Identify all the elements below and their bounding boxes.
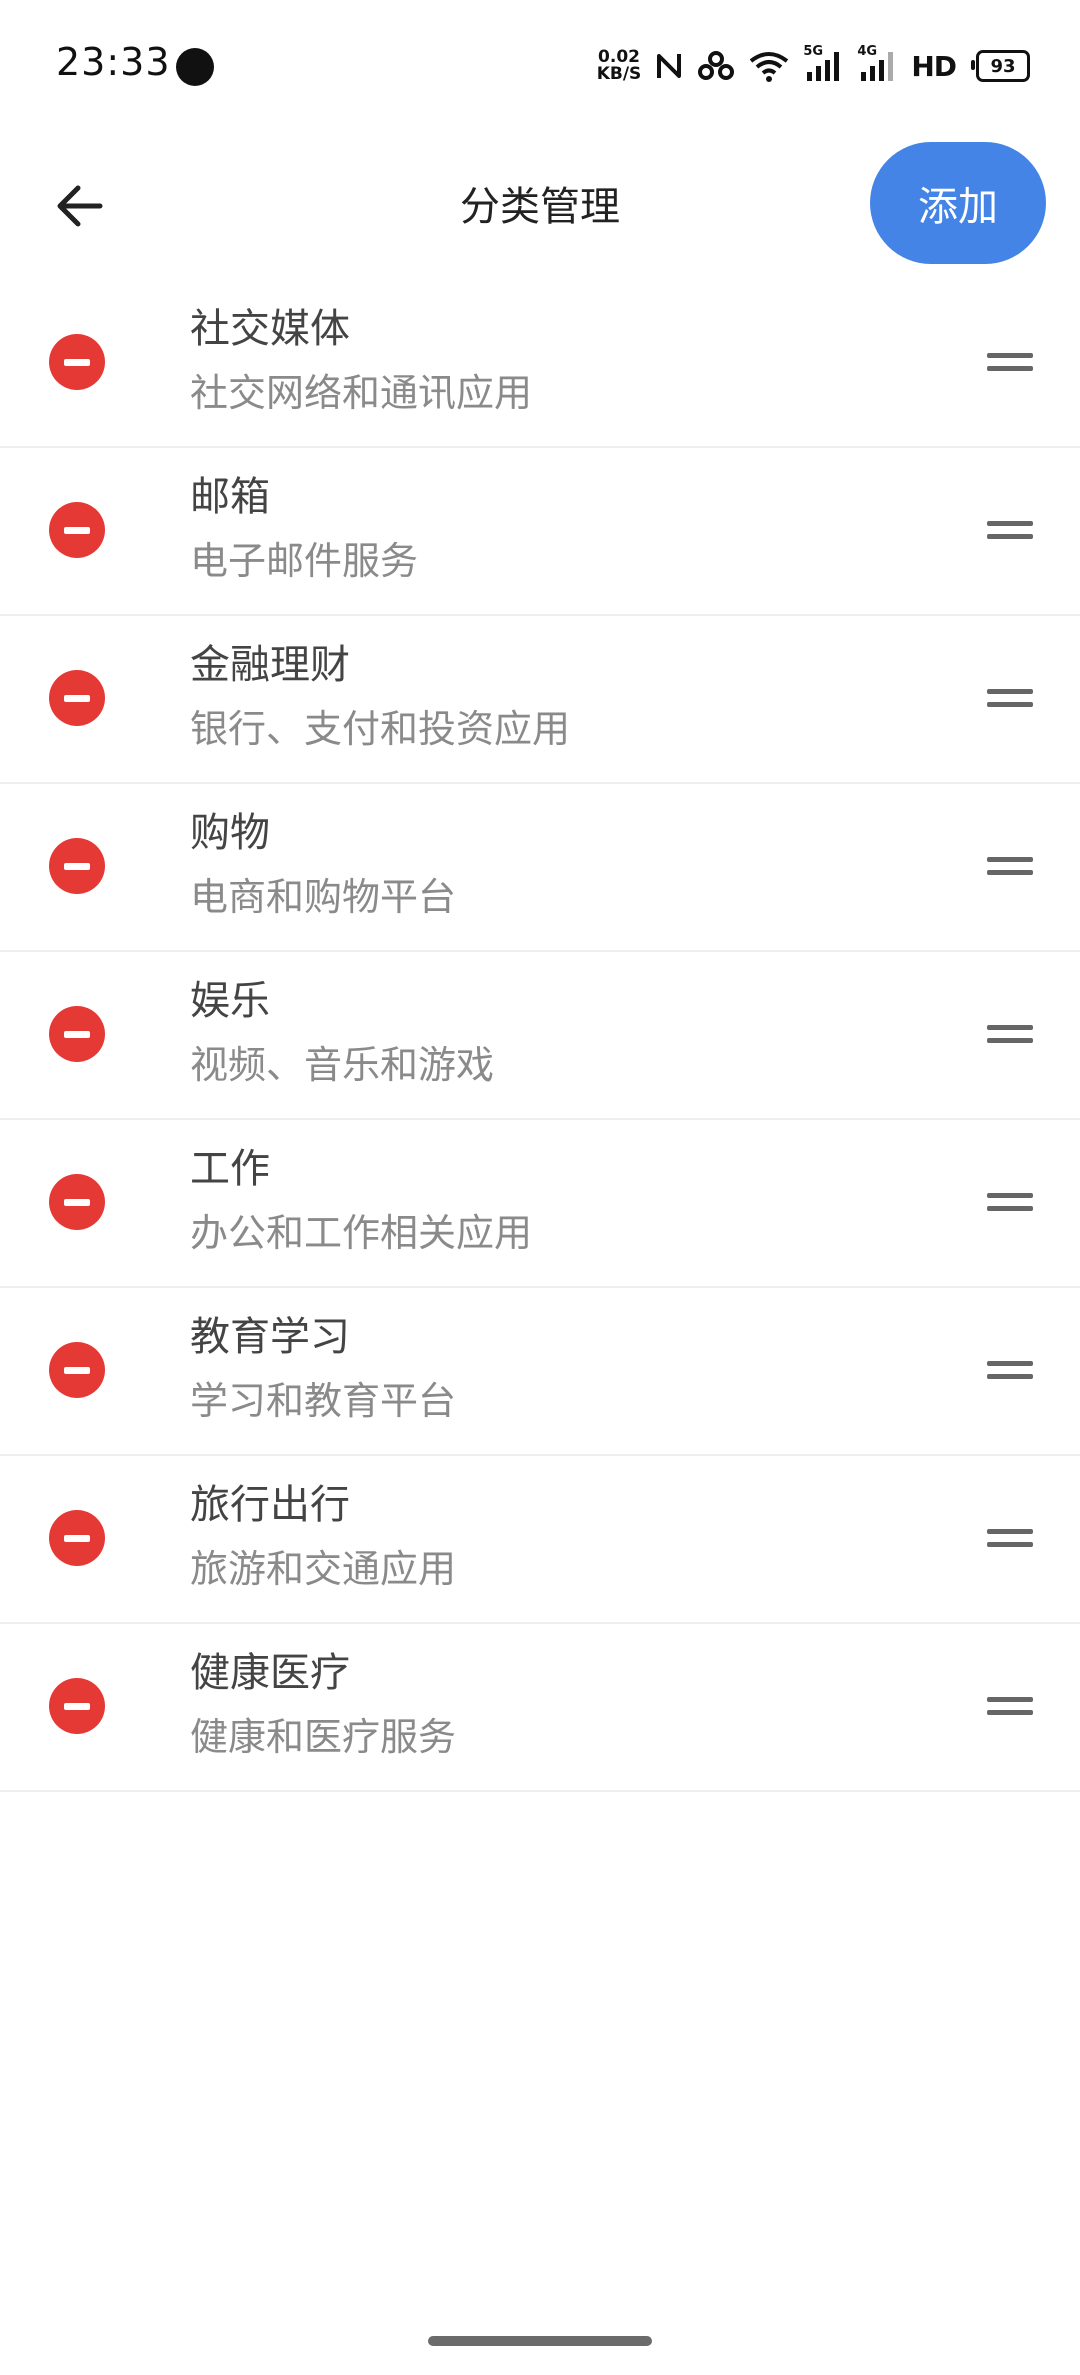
category-item[interactable]: 教育学习学习和教育平台 — [0, 1288, 1080, 1456]
drag-handle-icon[interactable] — [980, 1004, 1040, 1064]
category-description: 电商和购物平台 — [190, 875, 457, 919]
category-description: 电子邮件服务 — [190, 539, 419, 583]
category-name: 工作 — [190, 1146, 270, 1192]
drag-handle-icon[interactable] — [980, 668, 1040, 728]
category-item[interactable]: 健康医疗健康和医疗服务 — [0, 1624, 1080, 1792]
category-name: 健康医疗 — [190, 1650, 350, 1696]
minus-icon — [64, 862, 90, 870]
category-description: 办公和工作相关应用 — [190, 1211, 533, 1255]
minus-icon — [64, 1534, 90, 1542]
category-item[interactable]: 工作办公和工作相关应用 — [0, 1120, 1080, 1288]
drag-handle-icon[interactable] — [980, 500, 1040, 560]
drag-handle-icon[interactable] — [980, 836, 1040, 896]
category-list: 社交媒体社交网络和通讯应用 邮箱电子邮件服务 金融理财银行、支付和投资应用 购物电商和… — [0, 280, 1080, 1792]
remove-category-button[interactable] — [49, 1678, 105, 1734]
signal-4g-label: 4G — [857, 44, 878, 59]
network-speed-unit: KB/S — [596, 64, 642, 84]
wifi-icon — [749, 50, 789, 82]
notification-dot-icon — [176, 48, 214, 86]
remove-category-button[interactable] — [49, 502, 105, 558]
category-item[interactable]: 金融理财银行、支付和投资应用 — [0, 616, 1080, 784]
minus-icon — [64, 694, 90, 702]
drag-handle-icon[interactable] — [980, 1340, 1040, 1400]
category-name: 购物 — [190, 810, 270, 856]
signal-5g-label: 5G — [803, 44, 824, 59]
network-speed: 0.02 KB/S — [597, 49, 642, 83]
nfc-icon — [655, 50, 683, 82]
remove-category-button[interactable] — [49, 1174, 105, 1230]
drag-handle-icon[interactable] — [980, 1508, 1040, 1568]
category-name: 娱乐 — [190, 978, 270, 1024]
status-time: 23:33 — [56, 40, 171, 84]
minus-icon — [64, 1366, 90, 1374]
minus-icon — [64, 1030, 90, 1038]
category-item[interactable]: 购物 电商和购物平台 — [0, 784, 1080, 952]
remove-category-button[interactable] — [49, 838, 105, 894]
category-description: 银行、支付和投资应用 — [190, 707, 571, 751]
hd-voice-label: HD — [911, 49, 957, 83]
remove-category-button[interactable] — [49, 670, 105, 726]
category-name: 旅行出行 — [190, 1482, 350, 1528]
category-name: 邮箱 — [190, 474, 270, 520]
signal-5g-icon: 5G — [803, 44, 843, 82]
category-name: 金融理财 — [190, 642, 350, 688]
battery-level: 93 — [990, 55, 1016, 77]
status-bar: 23:33 0.02 KB/S 5G 4G HD 93 — [0, 0, 1080, 130]
home-indicator[interactable] — [428, 2336, 652, 2346]
drag-handle-icon[interactable] — [980, 332, 1040, 392]
battery-icon: 93 — [971, 50, 1030, 82]
minus-icon — [64, 526, 90, 534]
category-name: 教育学习 — [190, 1314, 350, 1360]
category-name: 社交媒体 — [190, 306, 350, 352]
minus-icon — [64, 1198, 90, 1206]
category-description: 学习和教育平台 — [190, 1379, 457, 1423]
link-icon — [697, 50, 735, 82]
category-description: 旅游和交通应用 — [190, 1547, 457, 1591]
category-item[interactable]: 娱乐视频、音乐和游戏 — [0, 952, 1080, 1120]
category-item[interactable]: 邮箱 电子邮件服务 — [0, 448, 1080, 616]
category-description: 健康和医疗服务 — [190, 1715, 457, 1759]
remove-category-button[interactable] — [49, 1510, 105, 1566]
remove-category-button[interactable] — [49, 1342, 105, 1398]
signal-4g-icon: 4G — [857, 44, 897, 82]
category-item[interactable]: 旅行出行旅游和交通应用 — [0, 1456, 1080, 1624]
category-item[interactable]: 社交媒体社交网络和通讯应用 — [0, 280, 1080, 448]
minus-icon — [64, 358, 90, 366]
remove-category-button[interactable] — [49, 1006, 105, 1062]
remove-category-button[interactable] — [49, 334, 105, 390]
app-header: 分类管理 添加 — [0, 130, 1080, 280]
drag-handle-icon[interactable] — [980, 1172, 1040, 1232]
category-description: 视频、音乐和游戏 — [190, 1043, 495, 1087]
category-description: 社交网络和通讯应用 — [190, 371, 533, 415]
drag-handle-icon[interactable] — [980, 1676, 1040, 1736]
status-icons: 0.02 KB/S 5G 4G HD 93 — [597, 40, 1030, 92]
minus-icon — [64, 1702, 90, 1710]
add-button[interactable]: 添加 — [870, 142, 1046, 264]
